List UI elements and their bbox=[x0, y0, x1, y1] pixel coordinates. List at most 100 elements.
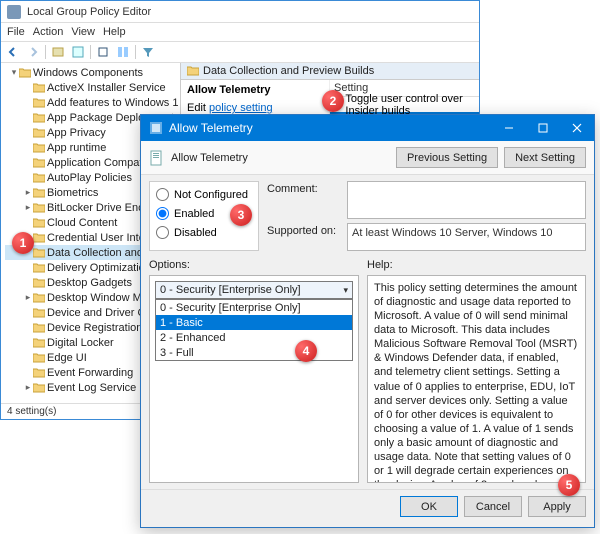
gp-toolbar bbox=[1, 41, 479, 63]
menu-help[interactable]: Help bbox=[103, 26, 126, 38]
folder-icon bbox=[33, 188, 45, 198]
options-panel: 0 - Security [Enterprise Only] ▾ 0 - Sec… bbox=[149, 275, 359, 483]
menu-file[interactable]: File bbox=[7, 26, 25, 38]
folder-icon bbox=[33, 233, 45, 243]
menu-action[interactable]: Action bbox=[33, 26, 64, 38]
folder-icon bbox=[33, 203, 45, 213]
maximize-icon[interactable] bbox=[526, 115, 560, 141]
tree-item-label: App runtime bbox=[47, 142, 106, 154]
folder-icon bbox=[33, 338, 45, 348]
edit-prefix: Edit bbox=[187, 102, 209, 114]
setting-row[interactable]: Toggle user control over Insider builds bbox=[330, 97, 479, 112]
tool-icon[interactable] bbox=[95, 44, 111, 60]
dialog-app-icon bbox=[149, 121, 163, 135]
tree-item-label: AutoPlay Policies bbox=[47, 172, 132, 184]
radio-disabled[interactable]: Disabled bbox=[156, 226, 252, 239]
dialog-header-label: Allow Telemetry bbox=[171, 152, 390, 164]
dialog-titlebar[interactable]: Allow Telemetry bbox=[141, 115, 594, 141]
supported-on-value: At least Windows 10 Server, Windows 10 bbox=[347, 223, 586, 251]
annotation-badge-1: 1 bbox=[12, 232, 34, 254]
apply-button[interactable]: Apply bbox=[528, 496, 586, 517]
folder-icon bbox=[33, 158, 45, 168]
telemetry-level-combo[interactable]: 0 - Security [Enterprise Only] ▾ 0 - Sec… bbox=[155, 281, 353, 299]
combo-option[interactable]: 0 - Security [Enterprise Only] bbox=[156, 300, 352, 315]
minimize-icon[interactable] bbox=[492, 115, 526, 141]
help-label: Help: bbox=[367, 259, 393, 271]
close-icon[interactable] bbox=[560, 115, 594, 141]
menu-view[interactable]: View bbox=[71, 26, 95, 38]
folder-icon bbox=[33, 368, 45, 378]
tree-item-label: App Privacy bbox=[47, 127, 106, 139]
policy-icon bbox=[149, 150, 165, 166]
dialog-header: Allow Telemetry Previous Setting Next Se… bbox=[141, 141, 594, 175]
help-paragraph: This policy setting determines the amoun… bbox=[374, 281, 579, 483]
gp-menubar: File Action View Help bbox=[1, 23, 479, 41]
folder-icon bbox=[33, 143, 45, 153]
annotation-badge-2: 2 bbox=[322, 90, 344, 112]
tree-root-label: Windows Components bbox=[33, 67, 143, 79]
combo-option[interactable]: 3 - Full bbox=[156, 345, 352, 360]
radio-label: Enabled bbox=[174, 208, 214, 220]
tree-item-label: Device Registration bbox=[47, 322, 142, 334]
help-text-box[interactable]: This policy setting determines the amoun… bbox=[367, 275, 586, 483]
policy-name: Allow Telemetry bbox=[187, 84, 323, 96]
right-pane-title: Data Collection and Preview Builds bbox=[203, 65, 374, 77]
tool-icon[interactable] bbox=[70, 44, 86, 60]
folder-icon bbox=[33, 218, 45, 228]
combo-selected-value: 0 - Security [Enterprise Only] bbox=[160, 284, 301, 296]
folder-icon bbox=[33, 278, 45, 288]
gp-titlebar: Local Group Policy Editor bbox=[1, 1, 479, 23]
comment-input[interactable] bbox=[347, 181, 586, 219]
tool-icon[interactable] bbox=[50, 44, 66, 60]
tree-item-label: Biometrics bbox=[47, 187, 98, 199]
tree-item-label: Event Forwarding bbox=[47, 367, 133, 379]
supported-on-label: Supported on: bbox=[267, 223, 341, 251]
folder-icon bbox=[33, 323, 45, 333]
folder-icon bbox=[33, 173, 45, 183]
edit-policy-link-row: Edit policy setting bbox=[187, 102, 323, 114]
gp-app-icon bbox=[7, 5, 21, 19]
annotation-badge-3: 3 bbox=[230, 204, 252, 226]
combo-dropdown-list: 0 - Security [Enterprise Only]1 - Basic2… bbox=[155, 299, 353, 361]
radio-not-configured[interactable]: Not Configured bbox=[156, 188, 252, 201]
gp-title: Local Group Policy Editor bbox=[27, 6, 473, 18]
comment-label: Comment: bbox=[267, 181, 341, 219]
folder-icon bbox=[33, 248, 45, 258]
tree-item-label: Desktop Gadgets bbox=[47, 277, 132, 289]
ok-button[interactable]: OK bbox=[400, 496, 458, 517]
folder-icon bbox=[33, 308, 45, 318]
options-label: Options: bbox=[149, 259, 359, 271]
tree-item-label: Cloud Content bbox=[47, 217, 117, 229]
telemetry-dialog: Allow Telemetry Allow Telemetry Previous… bbox=[140, 114, 595, 528]
combo-option[interactable]: 2 - Enhanced bbox=[156, 330, 352, 345]
tool-icon[interactable] bbox=[115, 44, 131, 60]
next-setting-button[interactable]: Next Setting bbox=[504, 147, 586, 168]
annotation-badge-4: 4 bbox=[295, 340, 317, 362]
tree-item-label: ActiveX Installer Service bbox=[47, 82, 166, 94]
combo-option[interactable]: 1 - Basic bbox=[156, 315, 352, 330]
folder-icon bbox=[33, 83, 45, 93]
dialog-title: Allow Telemetry bbox=[169, 121, 492, 135]
tree-item-label: Add features to Windows 1 bbox=[47, 97, 178, 109]
folder-icon bbox=[33, 128, 45, 138]
tool-filter-icon[interactable] bbox=[140, 44, 156, 60]
tree-item[interactable]: Add features to Windows 1 bbox=[5, 95, 180, 110]
cancel-button[interactable]: Cancel bbox=[464, 496, 522, 517]
tree-item[interactable]: ActiveX Installer Service bbox=[5, 80, 180, 95]
tree-item-label: Digital Locker bbox=[47, 337, 114, 349]
nav-forward-icon[interactable] bbox=[25, 44, 41, 60]
nav-back-icon[interactable] bbox=[5, 44, 21, 60]
annotation-badge-5: 5 bbox=[558, 474, 580, 496]
folder-icon bbox=[33, 293, 45, 303]
tree-root[interactable]: ▾Windows Components bbox=[5, 65, 180, 80]
previous-setting-button[interactable]: Previous Setting bbox=[396, 147, 498, 168]
folder-icon bbox=[187, 66, 199, 76]
tree-item-label: Event Log Service bbox=[47, 382, 136, 394]
edit-policy-link[interactable]: policy setting bbox=[209, 102, 273, 114]
radio-label: Disabled bbox=[174, 227, 217, 239]
tree-item-label: Delivery Optimization bbox=[47, 262, 151, 274]
tree-item-label: Edge UI bbox=[47, 352, 87, 364]
folder-icon bbox=[33, 383, 45, 393]
chevron-down-icon: ▾ bbox=[343, 285, 348, 296]
folder-icon bbox=[33, 263, 45, 273]
